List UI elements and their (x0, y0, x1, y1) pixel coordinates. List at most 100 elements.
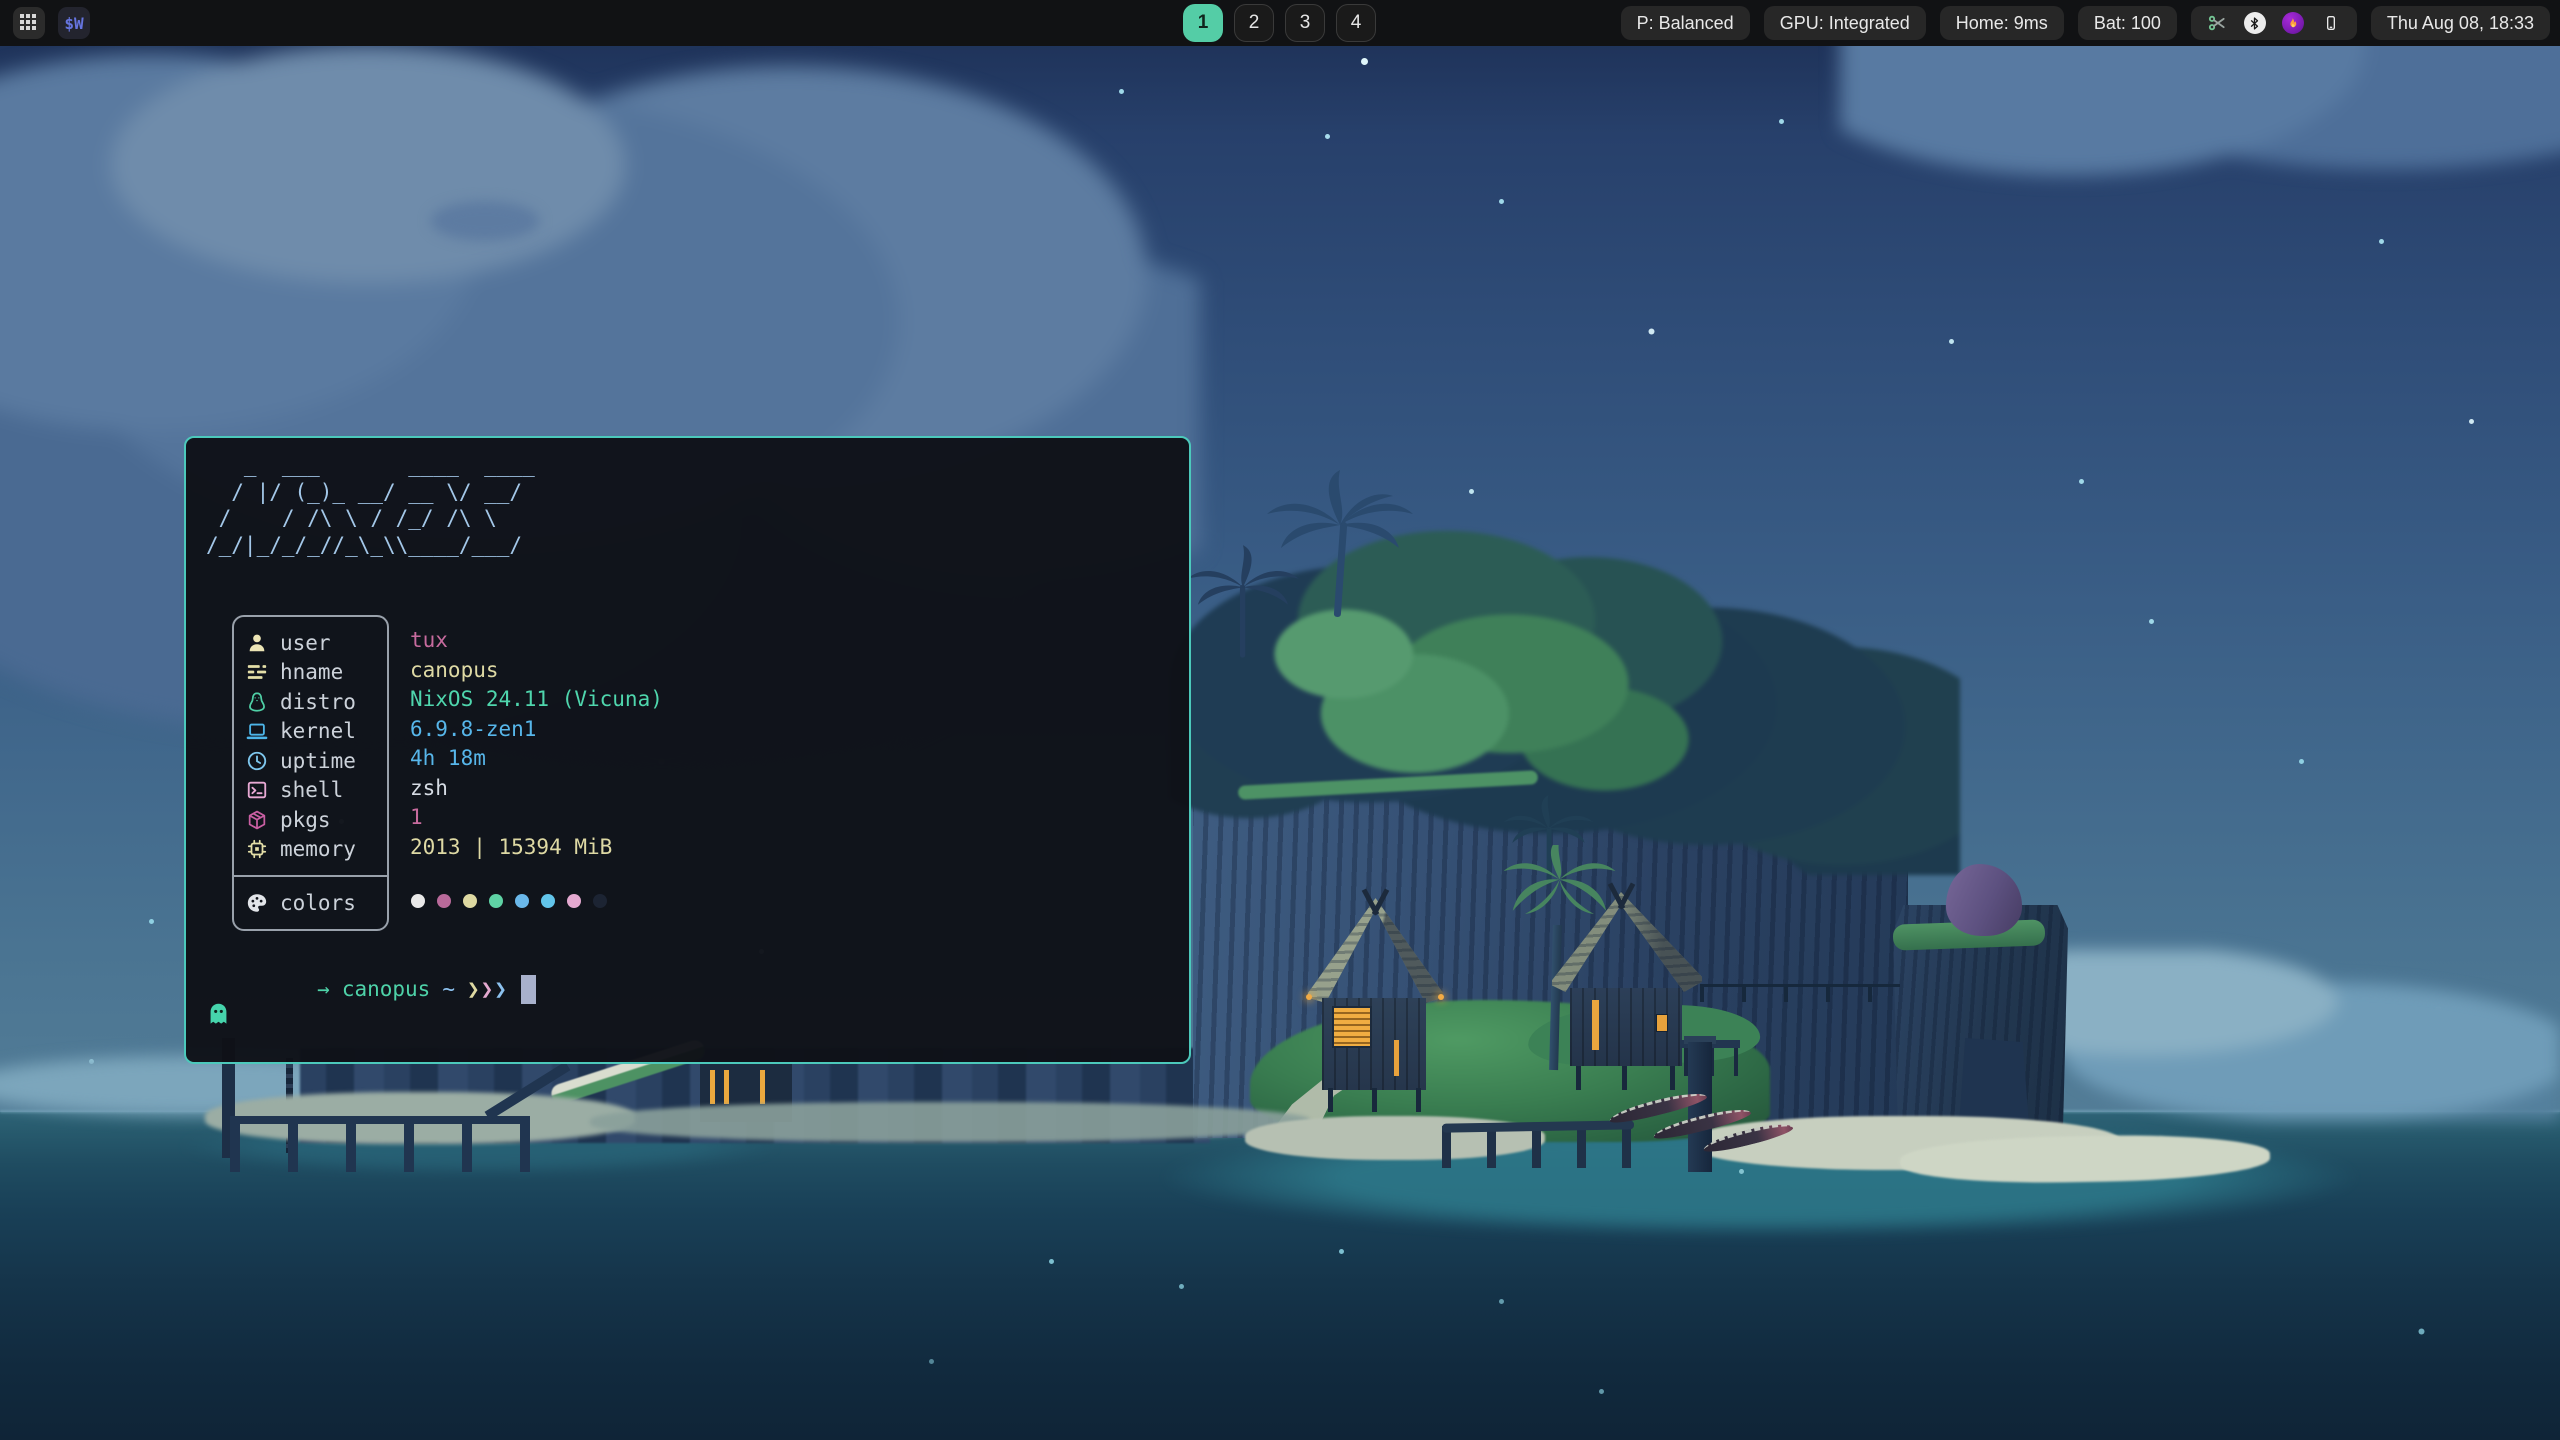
workspace-label: 2 (1249, 12, 1260, 34)
stilt (1670, 1066, 1675, 1090)
lit-window (724, 1070, 729, 1104)
terminal-color-palette (411, 894, 607, 908)
palette-dot (593, 894, 607, 908)
nixos-ascii-logo: _ ___ ____ ____ / |/ (_)_ __/ __ \/ __/ … (206, 452, 535, 558)
lit-doorway (1394, 1040, 1399, 1076)
bar-left-modules: $W (13, 7, 213, 39)
list-icon (245, 660, 269, 684)
palette-icon (245, 891, 269, 915)
beach-sand (590, 1102, 1310, 1142)
power-profile-module[interactable]: P: Balanced (1621, 6, 1750, 40)
status-bar: $W 1 2 3 4 P: Balanced GPU: Integrated (0, 0, 2560, 46)
canoes (1608, 1092, 1828, 1172)
scissors-icon[interactable] (2206, 12, 2228, 34)
clock-module[interactable]: Thu Aug 08, 18:33 (2371, 6, 2550, 40)
palm-tree (1178, 545, 1308, 660)
fetch-row-shell: shell (234, 776, 387, 806)
prompt-host: canopus (342, 977, 431, 1001)
lit-window (710, 1070, 715, 1104)
lit-window (1656, 1014, 1668, 1032)
workspace-button-3[interactable]: 3 (1285, 4, 1325, 42)
palette-dot (515, 894, 529, 908)
fetch-row-hname: hname (234, 658, 387, 688)
laptop-icon (245, 719, 269, 743)
stilt-hut-right (1552, 892, 1702, 1107)
pier-legs (230, 1124, 530, 1172)
lantern (1438, 994, 1444, 1000)
clock-icon (245, 749, 269, 773)
stilt (1622, 1066, 1627, 1090)
fetch-row-kernel: kernel (234, 717, 387, 747)
palette-dot (463, 894, 477, 908)
active-app-badge[interactable]: $W (58, 7, 90, 39)
fetch-value-hname: canopus (410, 656, 663, 686)
flame-icon[interactable] (2282, 12, 2304, 34)
deck-post (1734, 1048, 1738, 1076)
village-railing (1700, 984, 1900, 1002)
fetch-info-box: user hname distro (232, 615, 389, 931)
app-launcher-button[interactable] (13, 7, 45, 39)
stilt (1372, 1088, 1377, 1112)
fetch-label: user (280, 631, 331, 655)
battery-module[interactable]: Bat: 100 (2078, 6, 2177, 40)
fetch-value-pkgs: 1 (410, 803, 663, 833)
fence-posts (1442, 1126, 1634, 1168)
grid-icon (20, 14, 24, 18)
shell-prompt[interactable]: → canopus ~ ❯ ❯ ❯ (206, 974, 536, 1004)
fetch-row-user: user (234, 628, 387, 658)
fetch-values: tux canopus NixOS 24.11 (Vicuna) 6.9.8-z… (410, 626, 663, 862)
fetch-value-user: tux (410, 626, 663, 656)
power-profile-label: P: Balanced (1637, 13, 1734, 34)
fetch-row-memory: memory (234, 835, 387, 865)
terminal-window[interactable]: _ ___ ____ ____ / |/ (_)_ __/ __ \/ __/ … (184, 436, 1191, 1064)
fetch-value-memory: 2013 | 15394 MiB (410, 833, 663, 863)
beach-fence (1442, 1122, 1634, 1168)
lantern (1306, 994, 1312, 1000)
workspace-button-2[interactable]: 2 (1234, 4, 1274, 42)
bluetooth-icon[interactable] (2244, 12, 2266, 34)
network-latency-label: Home: 9ms (1956, 13, 2048, 34)
lit-window (760, 1070, 765, 1104)
stilt-hut-left (1308, 898, 1443, 1113)
workspace-button-4[interactable]: 4 (1336, 4, 1376, 42)
workspace-label: 1 (1198, 12, 1209, 34)
terminal-icon (245, 778, 269, 802)
network-latency-module[interactable]: Home: 9ms (1940, 6, 2064, 40)
workspace-label: 3 (1300, 12, 1311, 34)
prompt-path: ~ (442, 977, 455, 1001)
lit-doorway (1592, 1000, 1599, 1050)
fetch-row-uptime: uptime (234, 746, 387, 776)
workspace-switcher: 1 2 3 4 (1183, 4, 1376, 42)
fetch-label: colors (280, 891, 356, 915)
fetch-label: kernel (280, 719, 356, 743)
fetch-label: memory (280, 837, 356, 861)
fetch-label: hname (280, 660, 343, 684)
prompt-chevron: ❯ (494, 977, 507, 1001)
bar-right-modules: P: Balanced GPU: Integrated Home: 9ms Ba… (1621, 6, 2550, 40)
prompt-chevron: ❯ (467, 977, 480, 1001)
palette-dot (411, 894, 425, 908)
prompt-arrow: → (317, 977, 330, 1001)
terminal-cursor[interactable] (521, 975, 536, 1004)
fetch-label: uptime (280, 749, 356, 773)
workspace-label: 4 (1351, 12, 1362, 34)
fetch-value-distro: NixOS 24.11 (Vicuna) (410, 685, 663, 715)
cloud (420, 195, 550, 247)
gpu-module[interactable]: GPU: Integrated (1764, 6, 1926, 40)
workspace-button-1[interactable]: 1 (1183, 4, 1223, 42)
phone-icon[interactable] (2320, 12, 2342, 34)
app-badge-label: $W (64, 14, 83, 33)
stilt (1416, 1088, 1421, 1112)
fetch-value-uptime: 4h 18m (410, 744, 663, 774)
penguin-icon (245, 690, 269, 714)
desktop: $W 1 2 3 4 P: Balanced GPU: Integrated (0, 0, 2560, 1440)
palette-dot (541, 894, 555, 908)
prompt-chevron: ❯ (481, 977, 494, 1001)
lit-window (1332, 1006, 1372, 1048)
ghost-icon (206, 953, 307, 1025)
palette-dot (437, 894, 451, 908)
gpu-label: GPU: Integrated (1780, 13, 1910, 34)
palette-dot (567, 894, 581, 908)
package-icon (245, 808, 269, 832)
clock-label: Thu Aug 08, 18:33 (2387, 13, 2534, 34)
